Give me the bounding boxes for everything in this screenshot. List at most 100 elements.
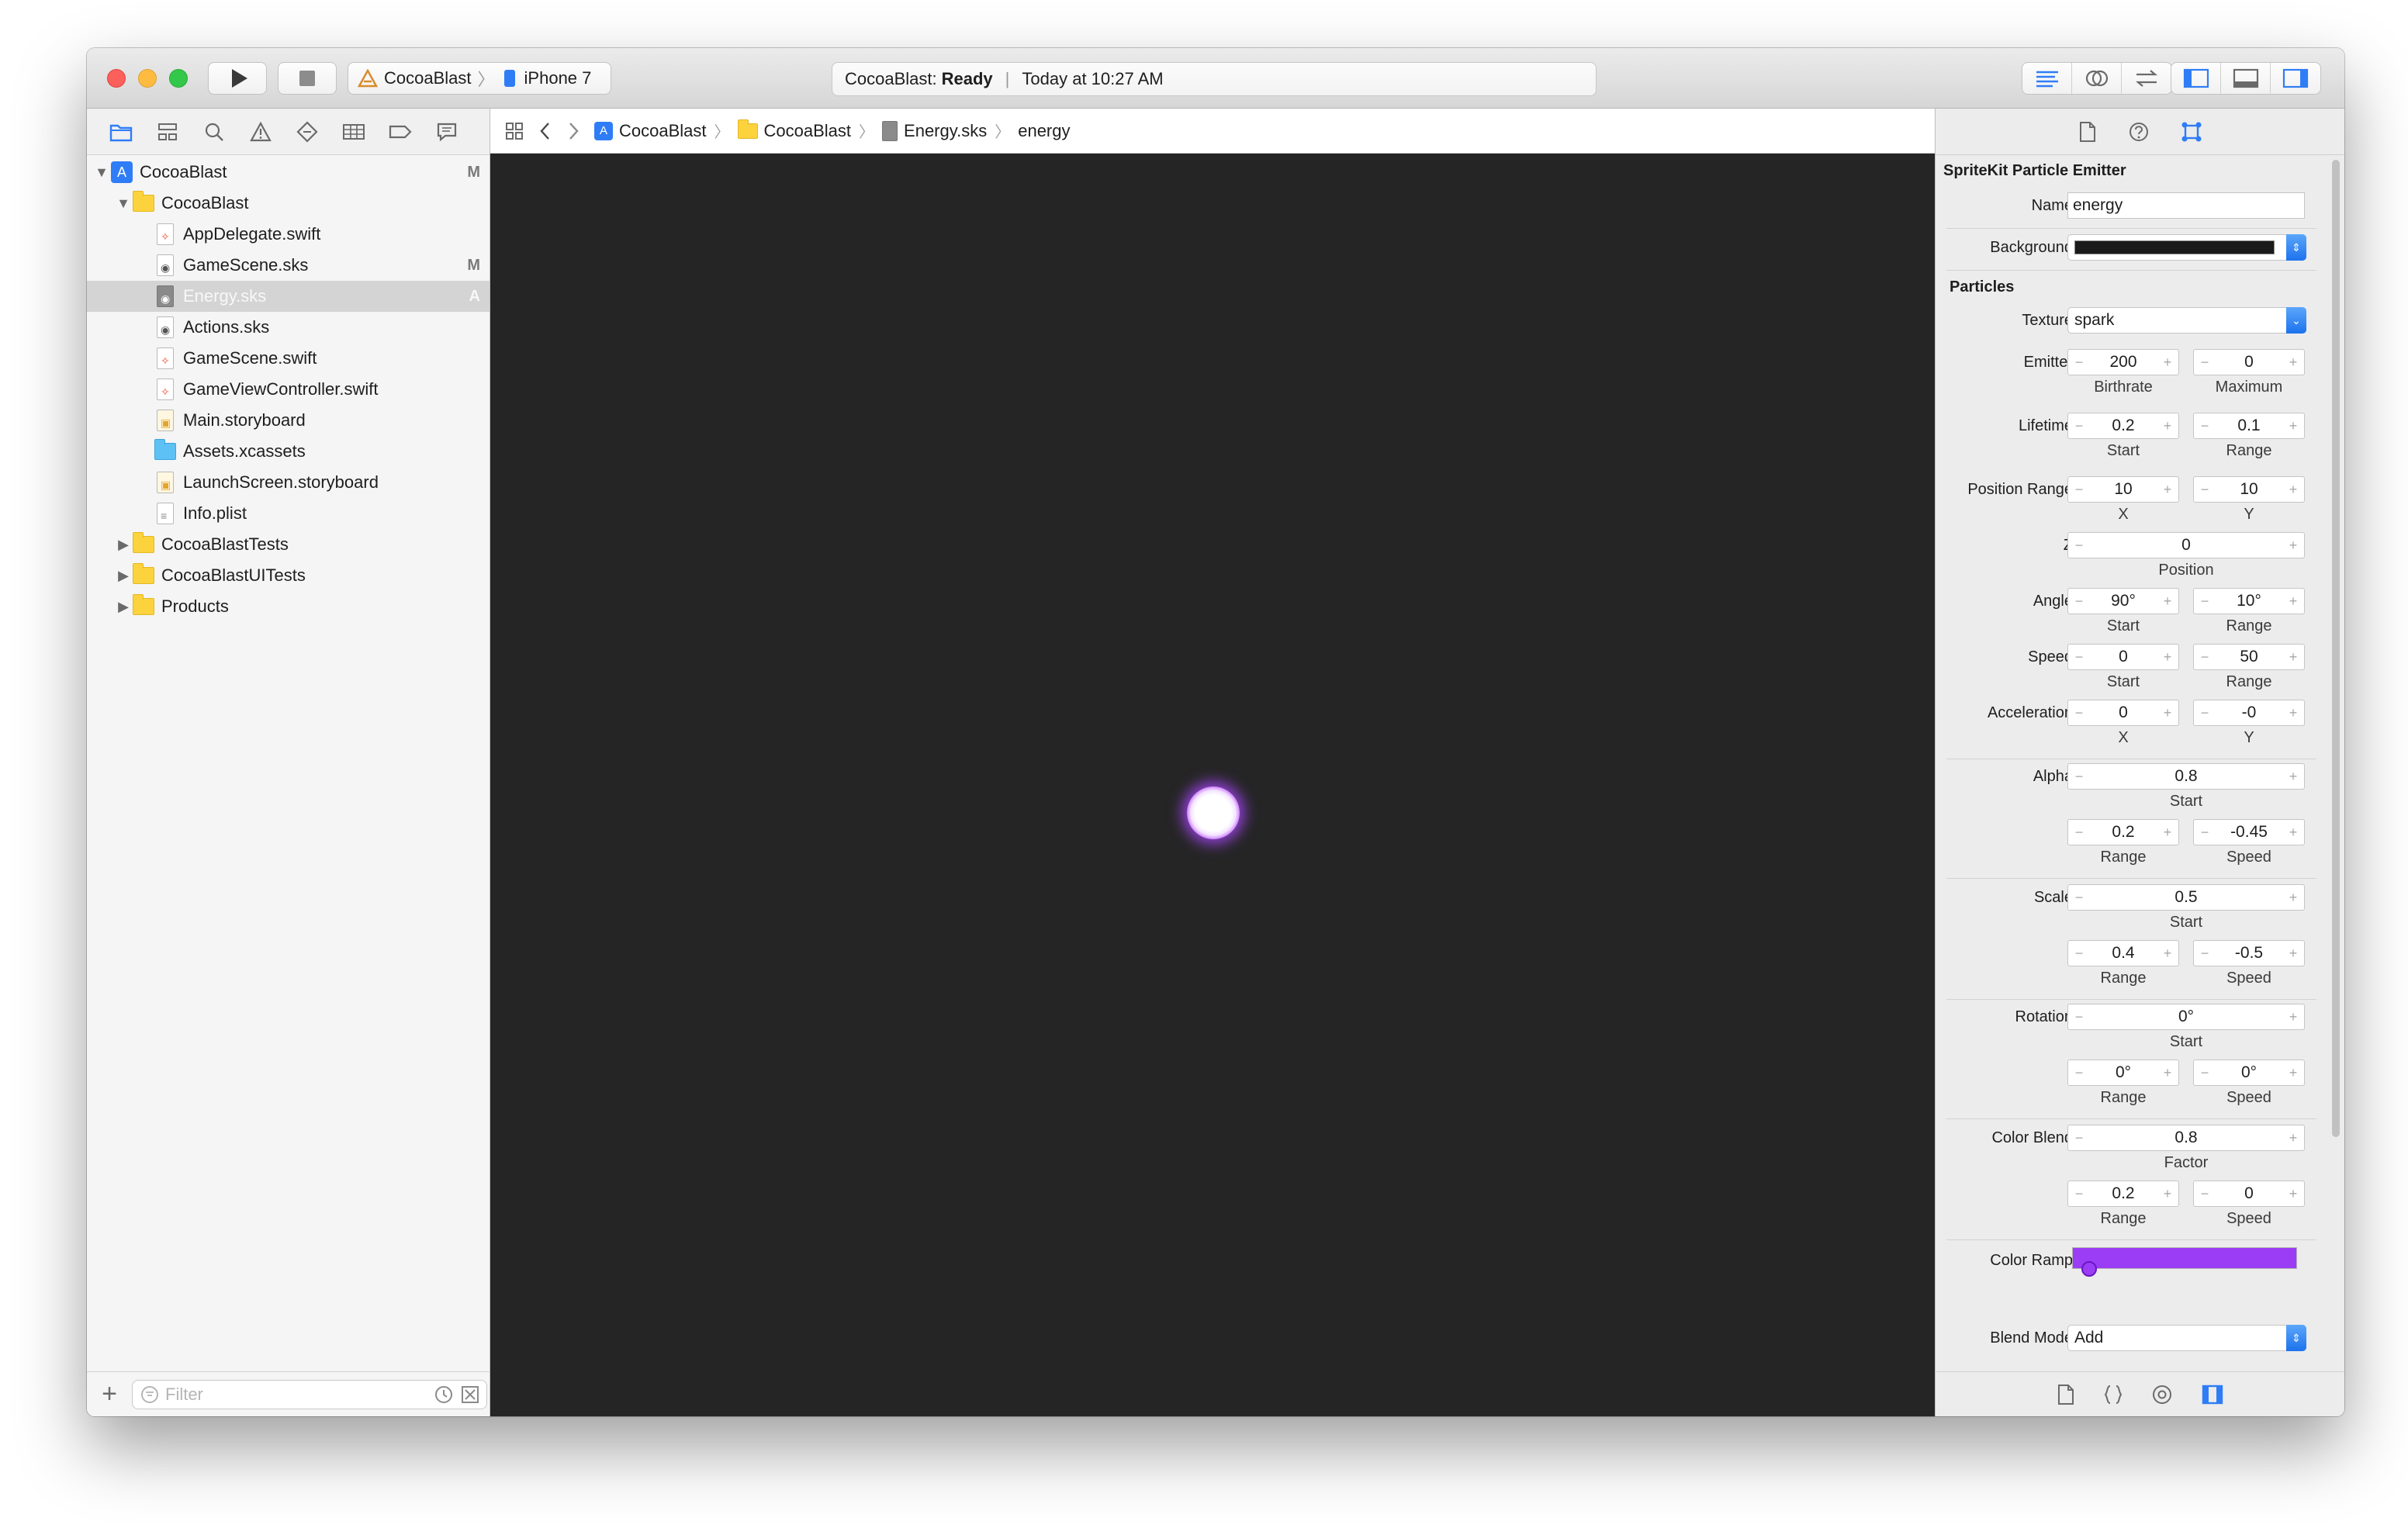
disclosure-open-icon[interactable]: ▼ <box>93 164 110 181</box>
increment-button[interactable]: + <box>2163 705 2172 721</box>
tab-breakpoint-navigator[interactable] <box>386 118 414 146</box>
alpha-range-stepper[interactable]: − 0.2 + <box>2067 819 2179 845</box>
decrement-button[interactable]: − <box>2074 354 2084 371</box>
tree-item-file[interactable]: ◉ Actions.sks <box>87 312 490 343</box>
increment-button[interactable]: + <box>2289 1009 2298 1025</box>
zoom-window-button[interactable] <box>169 69 188 88</box>
filter-input[interactable]: Filter <box>132 1379 487 1409</box>
breadcrumb-file[interactable]: Energy.sks <box>882 120 987 141</box>
decrement-button[interactable]: − <box>2074 890 2084 906</box>
close-window-button[interactable] <box>107 69 126 88</box>
tree-item-group[interactable]: ▶ CocoaBlastUITests <box>87 560 490 591</box>
decrement-button[interactable]: − <box>2200 593 2209 610</box>
tree-item-group[interactable]: ▶ CocoaBlastTests <box>87 529 490 560</box>
tab-test-navigator[interactable] <box>293 118 321 146</box>
name-field[interactable]: energy <box>2067 192 2305 219</box>
code-snippet-icon[interactable] <box>2103 1384 2123 1405</box>
tab-issue-navigator[interactable] <box>247 118 275 146</box>
z-position-stepper[interactable]: − 0 + <box>2067 532 2305 558</box>
increment-button[interactable]: + <box>2289 824 2298 841</box>
breadcrumb-project[interactable]: A CocoaBlast <box>594 121 707 141</box>
tab-find-navigator[interactable] <box>200 118 228 146</box>
decrement-button[interactable]: − <box>2200 705 2209 721</box>
tree-item-file[interactable]: ✧ GameViewController.swift <box>87 374 490 405</box>
decrement-button[interactable]: − <box>2074 705 2084 721</box>
assistant-editor-button[interactable] <box>2072 63 2122 94</box>
decrement-button[interactable]: − <box>2074 649 2084 665</box>
disclosure-closed-icon[interactable]: ▶ <box>115 568 132 584</box>
decrement-button[interactable]: − <box>2074 418 2084 434</box>
color-blend-speed-stepper[interactable]: − 0 + <box>2193 1181 2305 1207</box>
rotation-speed-stepper[interactable]: − 0° + <box>2193 1060 2305 1086</box>
toggle-navigator-button[interactable] <box>2171 63 2221 94</box>
tree-item-file[interactable]: ✧ AppDelegate.swift <box>87 219 490 250</box>
tree-item-project[interactable]: ▼ A CocoaBlast M <box>87 157 490 188</box>
decrement-button[interactable]: − <box>2200 1065 2209 1081</box>
increment-button[interactable]: + <box>2289 705 2298 721</box>
decrement-button[interactable]: − <box>2074 824 2084 841</box>
angle-range-stepper[interactable]: − 10° + <box>2193 588 2305 614</box>
increment-button[interactable]: + <box>2289 1130 2298 1146</box>
alpha-speed-stepper[interactable]: − -0.45 + <box>2193 819 2305 845</box>
tree-item-file[interactable]: ✧ GameScene.swift <box>87 343 490 374</box>
increment-button[interactable]: + <box>2289 1186 2298 1202</box>
tree-item-file[interactable]: ▣ Main.storyboard <box>87 405 490 436</box>
decrement-button[interactable]: − <box>2074 1186 2084 1202</box>
tree-item-file[interactable]: ▣ LaunchScreen.storyboard <box>87 467 490 498</box>
color-ramp-gradient[interactable] <box>2072 1247 2297 1269</box>
tree-item-file-selected[interactable]: ◉ Energy.sks A <box>87 281 490 312</box>
scale-speed-stepper[interactable]: − -0.5 + <box>2193 940 2305 966</box>
source-control-filter-icon[interactable] <box>460 1385 480 1405</box>
stop-button[interactable] <box>278 62 337 95</box>
tab-debug-navigator[interactable] <box>340 118 368 146</box>
tree-item-file[interactable]: ≡ Info.plist <box>87 498 490 529</box>
increment-button[interactable]: + <box>2163 1065 2172 1081</box>
increment-button[interactable]: + <box>2289 538 2298 554</box>
position-range-y-stepper[interactable]: − 10 + <box>2193 476 2305 503</box>
increment-button[interactable]: + <box>2163 1186 2172 1202</box>
object-library-icon[interactable] <box>2151 1384 2173 1405</box>
lifetime-range-stepper[interactable]: − 0.1 + <box>2193 413 2305 439</box>
decrement-button[interactable]: − <box>2074 538 2084 554</box>
position-range-x-stepper[interactable]: − 10 + <box>2067 476 2179 503</box>
increment-button[interactable]: + <box>2289 769 2298 785</box>
decrement-button[interactable]: − <box>2074 1130 2084 1146</box>
file-inspector-icon[interactable] <box>2078 121 2097 143</box>
texture-popup[interactable]: spark ⌄ <box>2067 307 2306 334</box>
toggle-inspector-button[interactable] <box>2271 63 2320 94</box>
increment-button[interactable]: + <box>2163 593 2172 610</box>
increment-button[interactable]: + <box>2163 945 2172 962</box>
particle-scene-canvas[interactable] <box>490 154 1935 1416</box>
decrement-button[interactable]: − <box>2200 824 2209 841</box>
decrement-button[interactable]: − <box>2074 1065 2084 1081</box>
tab-symbol-navigator[interactable] <box>154 118 182 146</box>
increment-button[interactable]: + <box>2289 945 2298 962</box>
speed-start-stepper[interactable]: − 0 + <box>2067 644 2179 670</box>
increment-button[interactable]: + <box>2163 482 2172 498</box>
forward-arrow-icon[interactable] <box>566 121 580 141</box>
disclosure-closed-icon[interactable]: ▶ <box>115 599 132 615</box>
tree-item-group[interactable]: ▶ Products <box>87 591 490 622</box>
minimize-window-button[interactable] <box>138 69 157 88</box>
color-ramp-stop[interactable] <box>2081 1261 2097 1277</box>
tree-item-file[interactable]: ◉ GameScene.sks M <box>87 250 490 281</box>
decrement-button[interactable]: − <box>2074 945 2084 962</box>
decrement-button[interactable]: − <box>2074 482 2084 498</box>
birthrate-stepper[interactable]: − 200 + <box>2067 349 2179 375</box>
disclosure-open-icon[interactable]: ▼ <box>115 195 132 212</box>
help-icon[interactable] <box>2128 121 2150 143</box>
run-button[interactable] <box>208 62 267 95</box>
add-file-button[interactable]: + <box>98 1379 121 1409</box>
increment-button[interactable]: + <box>2289 418 2298 434</box>
rotation-range-stepper[interactable]: − 0° + <box>2067 1060 2179 1086</box>
increment-button[interactable]: + <box>2289 649 2298 665</box>
scale-range-stepper[interactable]: − 0.4 + <box>2067 940 2179 966</box>
breadcrumb-group[interactable]: CocoaBlast <box>737 119 851 141</box>
tab-report-navigator[interactable] <box>433 118 461 146</box>
decrement-button[interactable]: − <box>2074 769 2084 785</box>
back-arrow-icon[interactable] <box>538 121 552 141</box>
increment-button[interactable]: + <box>2163 418 2172 434</box>
recent-files-icon[interactable] <box>434 1385 454 1405</box>
background-color-picker[interactable]: ⇕ <box>2067 234 2306 261</box>
speed-range-stepper[interactable]: − 50 + <box>2193 644 2305 670</box>
